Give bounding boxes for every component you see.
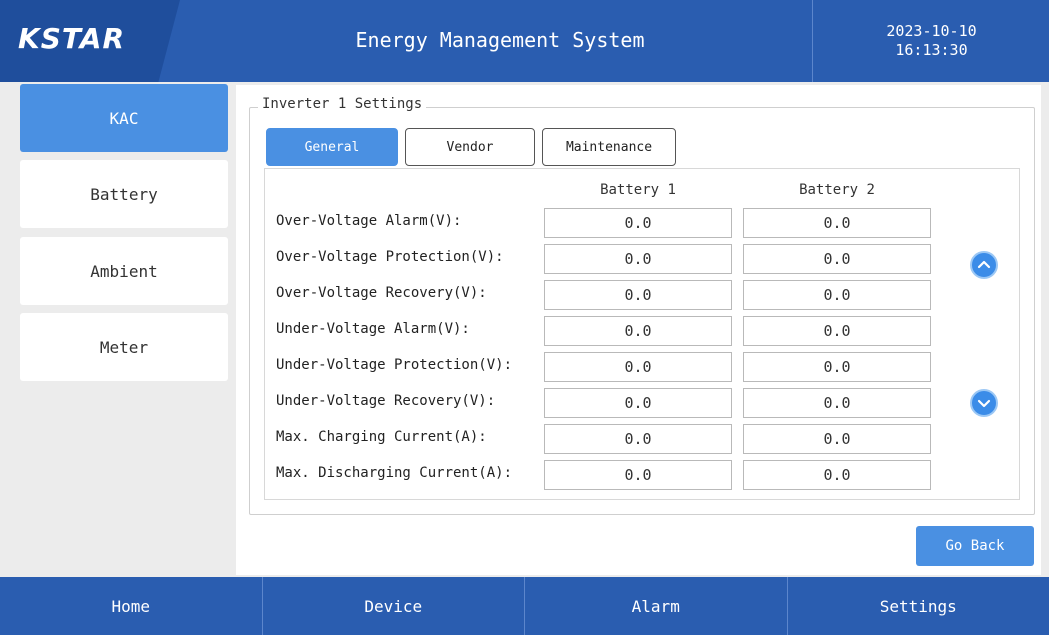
sidebar-item-meter[interactable]: Meter [20, 313, 228, 381]
tab-label: Maintenance [565, 139, 653, 155]
row-label-under-voltage-protection: Under-Voltage Protection(V): [276, 357, 513, 373]
column-header-battery-2: Battery 2 [799, 182, 875, 198]
under-voltage-protection-battery1-field[interactable]: 0.0 [544, 352, 732, 382]
max-charging-current-battery1-field[interactable]: 0.0 [544, 424, 732, 454]
row-label-over-voltage-alarm: Over-Voltage Alarm(V): [276, 213, 462, 229]
max-discharging-current-battery2-field[interactable]: 0.0 [743, 460, 931, 490]
row-label-under-voltage-recovery: Under-Voltage Recovery(V): [276, 393, 496, 409]
under-voltage-recovery-battery1-field[interactable]: 0.0 [544, 388, 732, 418]
over-voltage-recovery-battery2-field[interactable]: 0.0 [743, 280, 931, 310]
tab-label: Vendor [446, 139, 494, 155]
tab-general[interactable]: General [266, 128, 398, 166]
nav-home[interactable]: Home [0, 577, 263, 635]
under-voltage-protection-battery2-field[interactable]: 0.0 [743, 352, 931, 382]
column-header-battery-1: Battery 1 [600, 182, 676, 198]
tab-label: General [304, 139, 360, 155]
sidebar-item-label: Meter [99, 337, 149, 357]
row-label-max-charging-current: Max. Charging Current(A): [276, 429, 487, 445]
under-voltage-alarm-battery1-field[interactable]: 0.0 [544, 316, 732, 346]
row-label-max-discharging-current: Max. Discharging Current(A): [276, 465, 513, 481]
sidebar-item-label: KAC [109, 108, 139, 128]
sidebar-item-kac[interactable]: KAC [20, 84, 228, 152]
over-voltage-protection-battery2-field[interactable]: 0.0 [743, 244, 931, 274]
tab-maintenance[interactable]: Maintenance [542, 128, 676, 166]
sidebar-item-label: Battery [90, 184, 158, 204]
kstar-logo: KSTAR [18, 22, 126, 55]
group-title: Inverter 1 Settings [258, 96, 427, 112]
nav-device[interactable]: Device [263, 577, 525, 635]
app-title: Energy Management System [355, 28, 645, 52]
scroll-down-button[interactable] [970, 389, 998, 417]
go-back-button[interactable]: Go Back [916, 526, 1034, 566]
over-voltage-protection-battery1-field[interactable]: 0.0 [544, 244, 732, 274]
chevron-up-icon [977, 260, 991, 269]
over-voltage-recovery-battery1-field[interactable]: 0.0 [544, 280, 732, 310]
sidebar-item-battery[interactable]: Battery [20, 160, 228, 228]
over-voltage-alarm-battery2-field[interactable]: 0.0 [743, 208, 931, 238]
row-label-over-voltage-recovery: Over-Voltage Recovery(V): [276, 285, 487, 301]
datetime-display: 2023-10-10 16:13:30 [812, 0, 1049, 82]
sidebar-item-label: Ambient [90, 261, 158, 281]
over-voltage-alarm-battery1-field[interactable]: 0.0 [544, 208, 732, 238]
date-text: 2023-10-10 [886, 22, 977, 40]
bottom-nav: Home Device Alarm Settings [0, 577, 1049, 635]
max-charging-current-battery2-field[interactable]: 0.0 [743, 424, 931, 454]
nav-settings[interactable]: Settings [788, 577, 1049, 635]
chevron-down-icon [977, 399, 991, 408]
nav-alarm[interactable]: Alarm [525, 577, 788, 635]
sidebar-item-ambient[interactable]: Ambient [20, 237, 228, 305]
tab-vendor[interactable]: Vendor [405, 128, 535, 166]
time-text: 16:13:30 [895, 41, 968, 59]
max-discharging-current-battery1-field[interactable]: 0.0 [544, 460, 732, 490]
under-voltage-alarm-battery2-field[interactable]: 0.0 [743, 316, 931, 346]
top-bar: KSTAR Energy Management System 2023-10-1… [0, 0, 1049, 82]
under-voltage-recovery-battery2-field[interactable]: 0.0 [743, 388, 931, 418]
row-label-under-voltage-alarm: Under-Voltage Alarm(V): [276, 321, 470, 337]
scroll-up-button[interactable] [970, 251, 998, 279]
row-label-over-voltage-protection: Over-Voltage Protection(V): [276, 249, 504, 265]
